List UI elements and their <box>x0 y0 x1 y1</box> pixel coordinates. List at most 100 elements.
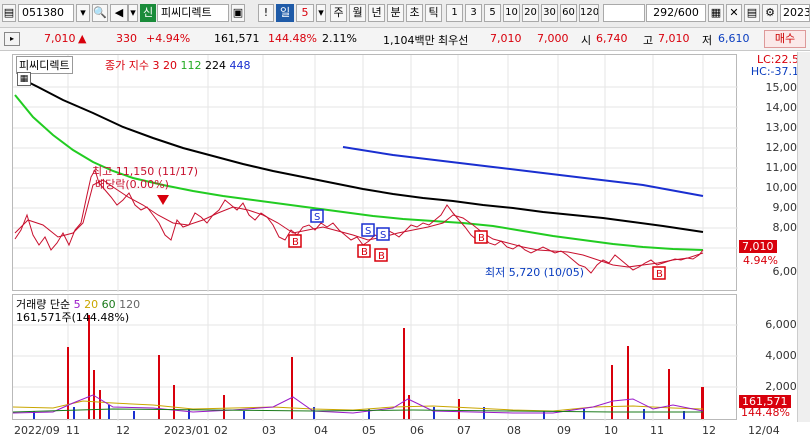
ma-448-label: 448 <box>229 59 251 72</box>
collapse-icon[interactable]: ▸ <box>4 32 20 46</box>
b-marker: B <box>474 230 488 244</box>
ma-112-label: 112 <box>180 59 202 72</box>
period-year-button[interactable]: 년 <box>368 4 385 22</box>
buy-button[interactable]: 매수 <box>764 30 806 48</box>
svg-text:B: B <box>656 269 663 280</box>
x-label: 10 <box>604 424 618 437</box>
svg-text:B: B <box>478 233 485 244</box>
low-price: 6,610 <box>718 32 750 45</box>
open-label: 시 <box>581 34 592 47</box>
x-label: 2022/09 <box>14 424 60 437</box>
volume-value-label: 161,571주(144.48%) <box>16 311 130 324</box>
x-label: 2023/01 <box>164 424 210 437</box>
period-count-field[interactable]: 5 <box>296 4 314 22</box>
code-dropdown-icon[interactable]: ▾ <box>76 4 90 22</box>
vertical-scrollbar[interactable] <box>797 52 810 422</box>
volume-plot-area[interactable]: 거래량 단순 5 20 60 120 161,571주(144.48%) <box>12 294 738 421</box>
period-second-button[interactable]: 초 <box>406 4 423 22</box>
dividend-arrow-icon <box>157 195 169 205</box>
b-marker: B <box>652 266 666 280</box>
b-marker: B <box>374 248 388 262</box>
stock-code-input[interactable]: 051380 <box>18 4 74 22</box>
high-annotation: 최고 11,150 (11/17) <box>92 165 198 178</box>
svg-text:S: S <box>314 212 320 223</box>
up-arrow-icon: ▲ <box>78 32 87 45</box>
x-label: 09 <box>557 424 571 437</box>
x-label: 12 <box>116 424 130 437</box>
save-disk-icon[interactable]: ▣ <box>231 4 245 22</box>
warning-button[interactable]: ! <box>258 4 274 22</box>
svg-text:B: B <box>361 247 368 258</box>
search-icon[interactable]: 🔍 <box>92 4 108 22</box>
table-icon[interactable]: ▦ <box>17 72 31 86</box>
x-label: 04 <box>314 424 328 437</box>
period-day-button[interactable]: 일 <box>276 4 294 22</box>
ma-legend-label: 종가 지수 <box>105 59 149 72</box>
period-month-button[interactable]: 월 <box>349 4 366 22</box>
window-menu-icon[interactable]: ▤ <box>2 4 16 22</box>
s-marker: S <box>310 209 324 223</box>
high-price: 7,010 <box>658 32 690 45</box>
period-minute-button[interactable]: 분 <box>387 4 404 22</box>
period-count-dropdown-icon[interactable]: ▾ <box>316 4 326 22</box>
current-price: 7,010 <box>44 32 76 45</box>
svg-text:S: S <box>380 230 386 241</box>
price-change: 330 <box>116 32 137 45</box>
price-plot-area[interactable]: 최고 11,150 (11/17) 배당락(0.00%) 최저 5,720 (1… <box>12 54 738 292</box>
interval-60-button[interactable]: 60 <box>560 4 577 22</box>
high-label: 고 <box>643 34 654 47</box>
x-label: 08 <box>507 424 521 437</box>
speaker-dropdown-icon[interactable]: ▾ <box>128 4 138 22</box>
s-marker: S <box>361 223 375 237</box>
date-field[interactable]: 2023/1 <box>780 4 810 22</box>
x-label: 05 <box>362 424 376 437</box>
interval-1-button[interactable]: 1 <box>446 4 463 22</box>
speaker-icon[interactable]: ◀ <box>110 4 128 22</box>
new-listing-badge: 신 <box>140 4 156 22</box>
toolbar: ▤ 051380 ▾ 🔍 ◀ ▾ 신 피씨디렉트 ▣ ! 일 5 ▾ 주 월 년… <box>0 0 810 28</box>
svg-text:B: B <box>292 237 299 248</box>
b-marker: B <box>288 234 302 248</box>
interval-10-button[interactable]: 10 <box>503 4 520 22</box>
svg-text:S: S <box>365 226 371 237</box>
price-chart-svg: 최고 11,150 (11/17) 배당락(0.00%) 최저 5,720 (1… <box>13 55 738 292</box>
x-label: 11 <box>650 424 664 437</box>
interval-120-button[interactable]: 120 <box>579 4 599 22</box>
interval-3-button[interactable]: 3 <box>465 4 482 22</box>
interval-20-button[interactable]: 20 <box>522 4 539 22</box>
ma-20-label: 20 <box>162 59 177 72</box>
dividend-annotation: 배당락(0.00%) <box>95 178 169 191</box>
x-label: 12/04 <box>748 424 780 437</box>
x-label: 07 <box>457 424 471 437</box>
period-tick-button[interactable]: 틱 <box>425 4 442 22</box>
turnover-rate: 2.11% <box>322 32 357 45</box>
interval-30-button[interactable]: 30 <box>541 4 558 22</box>
save-icon[interactable]: ▤ <box>744 4 760 22</box>
low-label: 저 <box>702 34 713 47</box>
x-label: 06 <box>410 424 424 437</box>
x-label: 03 <box>262 424 276 437</box>
open-price: 6,740 <box>596 32 628 45</box>
bars-count-field[interactable]: 292/600 <box>646 4 706 22</box>
x-label: 11 <box>66 424 80 437</box>
b-marker: B <box>357 244 371 258</box>
best-quote-label: 최우선 <box>438 34 469 47</box>
x-label: 02 <box>214 424 228 437</box>
interval-5-button[interactable]: 5 <box>484 4 501 22</box>
ma-448-line <box>342 146 704 197</box>
ma-legend: 종가 지수 3 20 112 224 448 <box>105 57 250 73</box>
s-marker: S <box>376 227 390 241</box>
price-change-pct: +4.94% <box>146 32 191 45</box>
best-ask: 7,010 <box>490 32 522 45</box>
period-week-button[interactable]: 주 <box>330 4 347 22</box>
gear-icon[interactable]: ⚙ <box>762 4 778 22</box>
quote-bar: ▸ 7,010 ▲ 330 +4.94% 161,571 144.48% 2.1… <box>0 28 810 51</box>
svg-text:B: B <box>378 251 385 262</box>
grid-icon[interactable]: ▦ <box>708 4 724 22</box>
crosshair-icon[interactable]: ✕ <box>726 4 742 22</box>
stock-name-field[interactable]: 피씨디렉트 <box>157 4 229 22</box>
volume-ratio: 144.48% <box>268 32 317 45</box>
x-label: 12 <box>702 424 716 437</box>
interval-custom-input[interactable] <box>603 4 645 22</box>
trade-amount: 1,104백만 <box>383 34 435 47</box>
